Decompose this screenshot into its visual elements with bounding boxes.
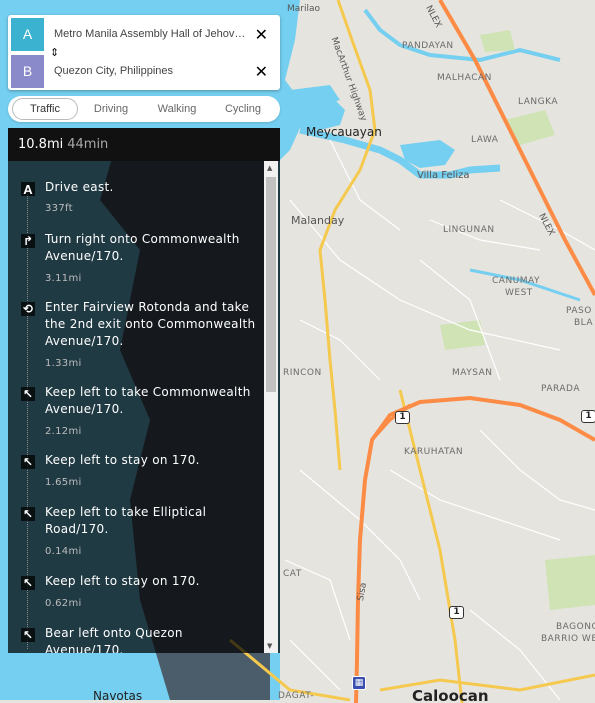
scroll-down-icon[interactable]: ▼ <box>267 642 272 650</box>
tab-driving[interactable]: Driving <box>78 96 144 122</box>
origin-input[interactable]: Metro Manila Assembly Hall of Jehovah's … <box>54 28 250 40</box>
map-label-caloocan: Caloocan <box>412 687 489 703</box>
step-distance: 0.62mi <box>45 598 82 609</box>
origin-row: A Metro Manila Assembly Hall of Jehovah'… <box>8 18 280 53</box>
map-label-rincon: RINCON <box>283 368 322 378</box>
map-label-lawa: LAWA <box>471 135 499 145</box>
map-label-bagong-1: BAGONG <box>556 622 595 632</box>
map-label-marilao: Marilao <box>287 4 321 14</box>
map-label-canumay-west-2: WEST <box>505 288 533 298</box>
destination-input[interactable]: Quezon City, Philippines <box>54 65 250 77</box>
keep-left-icon: ↖ <box>21 387 35 401</box>
route-shield: 1 <box>581 410 595 423</box>
step-distance: 3.11mi <box>45 273 82 284</box>
depart-a-icon: A <box>21 182 35 197</box>
step-distance: 1.65mi <box>45 477 82 488</box>
map-label-karuhatan: KARUHATAN <box>404 447 464 457</box>
step-text: Drive east. <box>45 180 114 194</box>
turn-right-icon: ↱ <box>21 234 35 248</box>
route-distance: 10.8mi <box>18 137 64 152</box>
step-distance: 1.33mi <box>45 358 82 369</box>
map-label-maysan: MAYSAN <box>452 368 493 378</box>
tab-walking[interactable]: Walking <box>144 96 210 122</box>
step-text: Keep left to take Commonwealth Avenue/17… <box>45 385 251 416</box>
route-summary: 10.8mi 44min <box>8 128 280 161</box>
step-distance: 337ft <box>45 203 73 214</box>
map-label-cat: CAT <box>283 569 302 579</box>
map-label-malanday: Malanday <box>291 214 345 227</box>
map-label-lingunan: LINGUNAN <box>443 225 495 235</box>
map-label-paso-2: BLA <box>574 318 594 328</box>
map-label-pandayan: PANDAYAN <box>402 41 454 51</box>
origin-marker-icon: A <box>11 18 44 51</box>
map-label-parada: PARADA <box>541 384 580 394</box>
step-text: Keep left to take Elliptical Road/170. <box>45 505 207 536</box>
park-area <box>440 320 485 350</box>
instructions-scrollbar[interactable]: ▲ ▼ <box>264 161 278 653</box>
step-text: Turn right onto Commonwealth Avenue/170. <box>45 232 240 263</box>
tab-cycling[interactable]: Cycling <box>210 96 276 122</box>
keep-left-icon: ↖ <box>21 507 35 521</box>
scroll-up-icon[interactable]: ▲ <box>267 164 272 172</box>
route-shield: 1 <box>395 411 410 424</box>
destination-marker-icon: B <box>11 55 44 88</box>
step-text: Keep left to stay on 170. <box>45 453 200 467</box>
bear-left-icon: ↖ <box>21 628 35 642</box>
map-label-paso-1: PASO <box>566 306 592 316</box>
step-text: Bear left onto Quezon Avenue/170. <box>45 626 183 653</box>
map-label-langka: LANGKA <box>518 97 558 107</box>
roundabout-icon: ⟲ <box>21 302 35 316</box>
step-text: Keep left to stay on 170. <box>45 574 200 588</box>
route-duration: 44min <box>67 137 109 152</box>
keep-left-icon: ↖ <box>21 576 35 590</box>
map-label-meycauayan: Meycauayan <box>306 125 382 139</box>
keep-left-icon: ↖ <box>21 455 35 469</box>
map-label-canumay-west-1: CANUMAY <box>492 276 540 286</box>
step-distance: 0.14mi <box>45 546 82 557</box>
map-label-bagong-2: BARRIO WE <box>541 634 595 644</box>
map-label-dagat: DAGAT- <box>278 691 315 701</box>
map-label-villa-feliza: Villa Feliza <box>417 170 470 181</box>
map-label-malhacan: MALHACAN <box>437 73 492 83</box>
destination-row: B Quezon City, Philippines ✕ <box>8 55 280 90</box>
directions-panel: A Metro Manila Assembly Hall of Jehovah'… <box>8 15 280 653</box>
park-area <box>545 555 595 610</box>
map-label-navotas: Navotas <box>93 689 143 703</box>
route-shield: 1 <box>449 606 464 619</box>
profile-tabs: Traffic Driving Walking Cycling <box>8 96 280 122</box>
clear-origin-icon[interactable]: ✕ <box>255 25 268 44</box>
tab-traffic[interactable]: Traffic <box>12 98 78 120</box>
train-station-icon[interactable]: ▦ <box>352 676 366 690</box>
step-text: Enter Fairview Rotonda and take the 2nd … <box>45 300 256 348</box>
step-distance: 2.12mi <box>45 426 82 437</box>
waypoint-inputs: A Metro Manila Assembly Hall of Jehovah'… <box>8 15 280 90</box>
clear-destination-icon[interactable]: ✕ <box>255 62 268 81</box>
instructions-list[interactable]: A Drive east. 337ft ↱ Turn right onto Co… <box>8 161 280 653</box>
scrollbar-thumb[interactable] <box>266 177 276 392</box>
